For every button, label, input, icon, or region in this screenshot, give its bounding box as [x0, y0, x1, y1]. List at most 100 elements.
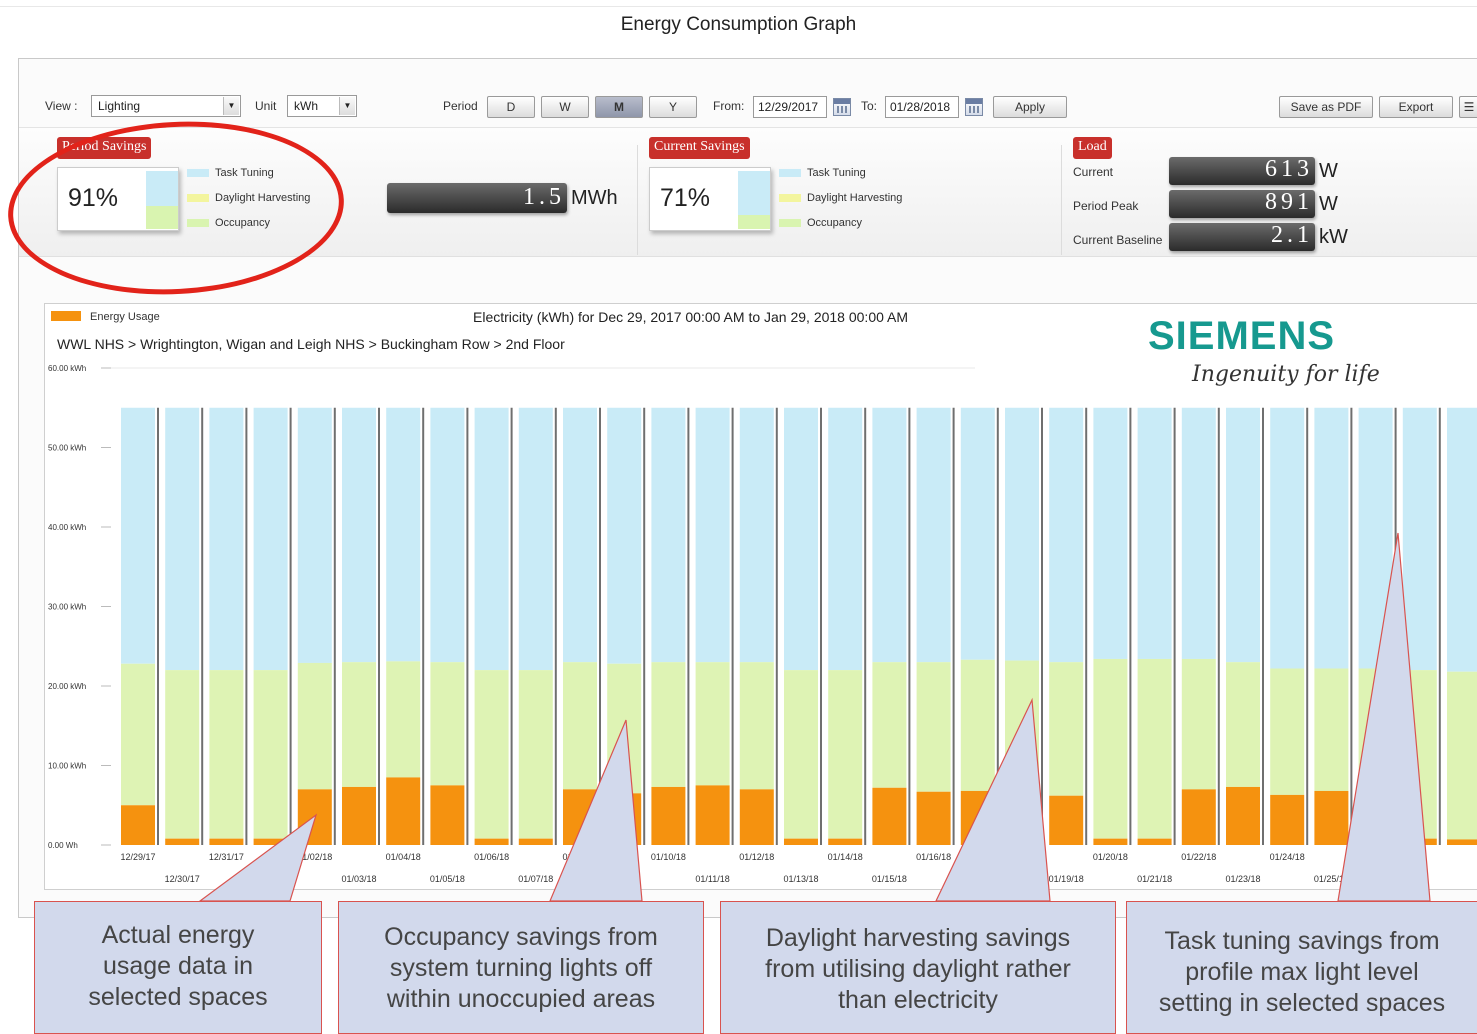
y-axis: 0.00 Wh 10.00 kWh 20.00 kWh 30.00 kWh 40.00 …: [48, 364, 111, 850]
load-baseline-label: Current Baseline: [1073, 233, 1163, 247]
legend-label: Daylight Harvesting: [807, 192, 903, 204]
current-savings-bar-fill: [738, 214, 770, 229]
y-tick-label: 20.00 kWh: [48, 682, 86, 691]
x-tick-label: 01/03/18: [341, 874, 376, 884]
x-tick-label: 01/05/18: [430, 874, 465, 884]
daylight-segment: [916, 662, 951, 792]
task-tuning-segment: [1314, 407, 1349, 669]
energy-usage-bar: [828, 838, 863, 845]
export-button[interactable]: Export: [1379, 96, 1453, 118]
daylight-segment: [1402, 670, 1437, 839]
y-tick-label: 30.00 kWh: [48, 603, 86, 612]
task-tuning-segment: [1402, 407, 1437, 671]
period-total-unit: MWh: [571, 187, 618, 209]
task-tuning-segment: [960, 407, 995, 660]
bars: [121, 407, 1477, 845]
task-tuning-segment: [1049, 407, 1084, 663]
y-tick-label: 40.00 kWh: [48, 523, 86, 532]
unit-select[interactable]: kWh ▼: [287, 95, 357, 117]
x-tick-label: 01/08/18: [562, 852, 597, 862]
callout-energy-usage: Actual energy usage data in selected spa…: [34, 901, 322, 1034]
x-tick-label: 01/15/18: [872, 874, 907, 884]
energy-usage-bar: [739, 789, 774, 845]
daylight-segment: [1358, 668, 1393, 839]
energy-usage-bar: [960, 790, 995, 845]
energy-usage-bar: [386, 777, 421, 845]
energy-usage-bar: [1005, 789, 1039, 845]
x-tick-label: 01/10/18: [651, 852, 686, 862]
save-as-pdf-button[interactable]: Save as PDF: [1279, 96, 1373, 118]
task-tuning-segment: [386, 407, 421, 662]
callout-text: Occupancy savings from system turning li…: [339, 922, 703, 1015]
energy-usage-bar: [1137, 838, 1172, 845]
legend-energy-usage: Energy Usage: [90, 311, 160, 323]
daylight-segment: [960, 659, 995, 791]
task-tuning-segment: [1137, 407, 1172, 659]
task-tuning-segment: [739, 407, 774, 663]
task-tuning-segment: [607, 407, 642, 664]
task-tuning-segment: [695, 407, 730, 663]
callout-text: Daylight harvesting savings from utilisi…: [721, 923, 1115, 1016]
daylight-segment: [695, 662, 730, 786]
to-date-input[interactable]: 01/28/2018: [885, 96, 959, 118]
energy-usage-bar: [916, 791, 951, 845]
energy-usage-bar: [1226, 786, 1260, 845]
energy-usage-bar: [1270, 794, 1305, 845]
x-tick-label: 01/25/18: [1314, 874, 1349, 884]
from-date-input[interactable]: 12/29/2017: [753, 96, 827, 118]
legend-daylight-harvesting: Daylight Harvesting: [779, 192, 902, 204]
period-week-button[interactable]: W: [541, 96, 589, 118]
energy-usage-bar: [297, 789, 332, 845]
energy-usage-bar: [474, 838, 509, 845]
x-tick-label: 01/13/18: [783, 874, 818, 884]
period-year-button[interactable]: Y: [649, 96, 697, 118]
callout-line: selected spaces: [88, 983, 268, 1011]
callout-line: Occupancy savings from: [384, 923, 658, 951]
x-tick-label: 01/23/18: [1225, 874, 1260, 884]
energy-usage-legend-swatch: [51, 311, 81, 321]
energy-usage-bar: [872, 787, 907, 845]
energy-usage-bar: [1093, 838, 1128, 845]
daylight-segment: [1137, 658, 1172, 839]
load-current-value: 613: [1265, 156, 1313, 182]
daylight-segment: [739, 662, 774, 790]
calendar-icon[interactable]: [965, 98, 983, 116]
period-day-button[interactable]: D: [487, 96, 535, 118]
task-tuning-segment: [784, 407, 818, 671]
energy-chart: Energy Usage Electricity (kWh) for Dec 2…: [48, 309, 1477, 884]
daylight-segment: [1093, 658, 1128, 839]
daylight-segment: [1005, 660, 1039, 790]
daylight-segment: [1447, 671, 1477, 840]
load-tag: Load: [1073, 137, 1112, 159]
unit-label: Unit: [255, 99, 277, 113]
energy-usage-bar: [253, 838, 288, 845]
energy-usage-bar: [121, 805, 155, 845]
period-total-value: 1.5: [523, 184, 565, 210]
view-select[interactable]: Lighting ▼: [91, 95, 241, 117]
more-icon[interactable]: ☰: [1459, 96, 1477, 118]
load-current-unit: W: [1319, 160, 1338, 182]
task-tuning-segment: [1270, 407, 1305, 669]
daylight-segment: [828, 670, 863, 839]
apply-button[interactable]: Apply: [993, 96, 1067, 118]
unit-select-value: kWh: [294, 99, 318, 113]
from-label: From:: [713, 99, 745, 113]
x-tick-label: 12/31/17: [209, 852, 244, 862]
callout-text: Actual energy usage data in selected spa…: [35, 920, 321, 1013]
callout-occupancy: Occupancy savings from system turning li…: [338, 901, 704, 1034]
period-label: Period: [443, 99, 478, 113]
task-tuning-segment: [1447, 407, 1477, 672]
load-peak-unit: W: [1319, 193, 1338, 215]
daylight-swatch: [779, 194, 801, 203]
task-tuning-segment: [828, 407, 863, 671]
callout-text: Task tuning savings from profile max lig…: [1127, 926, 1477, 1019]
load-baseline-unit: kW: [1319, 226, 1348, 248]
x-tick-label: 01/02/18: [297, 852, 332, 862]
daylight-segment: [386, 661, 421, 778]
daylight-segment: [607, 663, 642, 794]
calendar-icon[interactable]: [833, 98, 851, 116]
daylight-segment: [1049, 662, 1084, 796]
daylight-segment: [1181, 658, 1216, 790]
energy-usage-bar: [518, 838, 553, 845]
period-month-button[interactable]: M: [595, 96, 643, 118]
